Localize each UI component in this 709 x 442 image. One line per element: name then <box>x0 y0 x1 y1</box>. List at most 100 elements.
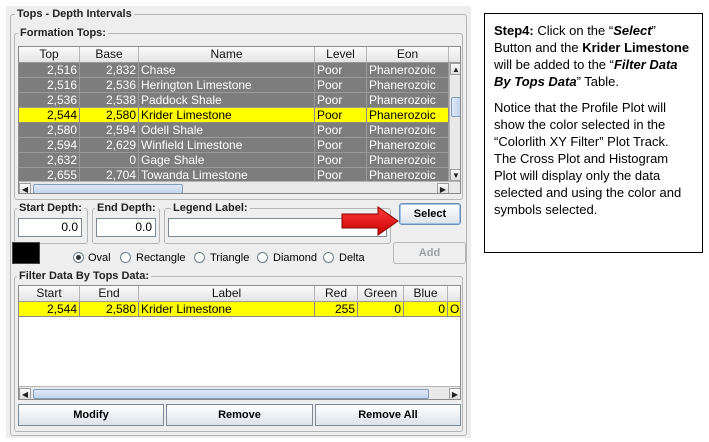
column-header-blue[interactable]: Blue <box>404 286 448 302</box>
table-row[interactable]: 2,544 2,580 Krider Limestone Poor Phanerozoi… <box>19 108 449 123</box>
column-header-level[interactable]: Level <box>315 47 367 63</box>
table-cell: Poor <box>315 138 367 153</box>
table-row[interactable]: 2,544 2,580 Krider Limestone 255 0 0 O <box>19 302 460 317</box>
column-header-top[interactable]: Top <box>19 47 80 63</box>
table-cell: Phanerozoic <box>367 123 449 138</box>
red-arrow-icon <box>341 206 399 236</box>
table-cell: Winfield Limestone <box>139 138 315 153</box>
table-cell: Phanerozoic <box>367 93 449 108</box>
table-cell: Phanerozoic <box>367 63 449 78</box>
table-cell: Herington Limestone <box>139 78 315 93</box>
table-cell: Poor <box>315 123 367 138</box>
symbol-radio-group: Oval Rectangle Triangle Diamond Delta <box>66 251 396 265</box>
column-header-green[interactable]: Green <box>358 286 404 302</box>
table-cell: 2,594 <box>19 138 80 153</box>
radio-diamond[interactable] <box>257 252 268 263</box>
table-cell: Poor <box>315 63 367 78</box>
note-paragraph-1: Step4: Click on the “Select” Button and … <box>494 22 693 90</box>
table-cell: 2,544 <box>19 302 80 317</box>
table-row[interactable]: 2,580 2,594 Odell Shale Poor Phanerozoic <box>19 123 449 138</box>
formation-horizontal-scrollbar[interactable]: ◀ ▶ <box>19 181 460 193</box>
radio-delta[interactable] <box>323 252 334 263</box>
scroll-down-arrow-icon[interactable]: ▼ <box>450 169 460 181</box>
filter-horizontal-scrollbar[interactable]: ◀ ▶ <box>19 386 460 399</box>
remove-button[interactable]: Remove <box>166 404 313 426</box>
table-row[interactable]: 2,536 2,538 Paddock Shale Poor Phanerozoic <box>19 93 449 108</box>
radio-oval-label: Oval <box>88 252 111 264</box>
radio-triangle-label: Triangle <box>210 252 250 264</box>
table-row[interactable]: 2,594 2,629 Winfield Limestone Poor Phaneroz… <box>19 138 449 153</box>
select-button[interactable]: Select <box>399 203 461 225</box>
table-cell: 0 <box>404 302 448 317</box>
filter-data-table[interactable]: Start End Label Red Green Blue 2,544 2,58… <box>18 285 461 400</box>
table-cell: Phanerozoic <box>367 78 449 93</box>
scroll-up-arrow-icon[interactable]: ▲ <box>450 63 460 75</box>
table-cell: 2,516 <box>19 63 80 78</box>
column-header-more[interactable] <box>448 286 460 302</box>
formation-tops-table[interactable]: Top Base Name Level Eon 2,516 2,832 Chase P… <box>18 46 461 194</box>
table-cell: 2,580 <box>80 302 139 317</box>
table-cell: 2,516 <box>19 78 80 93</box>
table-cell: Chase <box>139 63 315 78</box>
color-swatch[interactable] <box>12 242 40 264</box>
column-header-start[interactable]: Start <box>19 286 80 302</box>
scroll-left-arrow-icon[interactable]: ◀ <box>19 183 31 193</box>
add-button[interactable]: Add <box>393 242 466 264</box>
radio-triangle[interactable] <box>194 252 205 263</box>
table-row[interactable]: 2,632 0 Gage Shale Poor Phanerozoic <box>19 153 449 168</box>
note-text: ” Table. <box>576 74 619 89</box>
horizontal-scroll-thumb[interactable] <box>33 184 183 193</box>
table-cell: Krider Limestone <box>139 108 315 123</box>
end-depth-label: End Depth: <box>95 202 158 214</box>
table-cell: 2,629 <box>80 138 139 153</box>
table-cell: Phanerozoic <box>367 138 449 153</box>
column-header-label[interactable]: Label <box>139 286 315 302</box>
legend-label-title: Legend Label: <box>171 202 250 214</box>
modify-button[interactable]: Modify <box>18 404 164 426</box>
table-cell: 2,536 <box>19 93 80 108</box>
column-header-eon[interactable]: Eon <box>367 47 449 63</box>
note-krider-word: Krider Limestone <box>582 40 690 55</box>
table-row[interactable]: 2,516 2,536 Herington Limestone Poor Phanero… <box>19 78 449 93</box>
table-cell: 2,580 <box>19 123 80 138</box>
column-header-name[interactable]: Name <box>139 47 315 63</box>
radio-delta-label: Delta <box>339 252 365 264</box>
table-cell: 255 <box>315 302 358 317</box>
table-cell: Krider Limestone <box>139 302 315 317</box>
radio-oval[interactable] <box>73 252 84 263</box>
radio-rectangle[interactable] <box>120 252 131 263</box>
table-row[interactable]: 2,516 2,832 Chase Poor Phanerozoic <box>19 63 449 78</box>
scroll-right-arrow-icon[interactable]: ▶ <box>437 183 449 193</box>
table-cell: 2,632 <box>19 153 80 168</box>
table-cell: 2,538 <box>80 93 139 108</box>
radio-rectangle-label: Rectangle <box>136 252 186 264</box>
note-text: Click on the “ <box>533 23 614 38</box>
table-cell: Poor <box>315 78 367 93</box>
start-depth-input[interactable]: 0.0 <box>18 218 82 237</box>
filter-data-title: Filter Data By Tops Data: <box>17 270 151 282</box>
panel-title: Tops - Depth Intervals <box>15 8 134 20</box>
filter-horizontal-scroll-thumb[interactable] <box>33 389 429 399</box>
table-cell: Odell Shale <box>139 123 315 138</box>
remove-all-button[interactable]: Remove All <box>315 404 461 426</box>
column-header-base[interactable]: Base <box>80 47 139 63</box>
note-select-word: Select <box>613 23 652 38</box>
end-depth-input[interactable]: 0.0 <box>96 218 156 237</box>
table-cell: Poor <box>315 153 367 168</box>
column-header-red[interactable]: Red <box>315 286 358 302</box>
tops-depth-intervals-panel: Tops - Depth Intervals Formation Tops: T… <box>6 6 471 438</box>
table-cell: Paddock Shale <box>139 93 315 108</box>
vertical-scroll-thumb[interactable] <box>451 97 460 117</box>
note-paragraph-2: Notice that the Profile Plot will show t… <box>494 100 682 217</box>
table-cell: Poor <box>315 108 367 123</box>
table-cell: Phanerozoic <box>367 108 449 123</box>
table-cell: O <box>448 302 460 317</box>
table-cell: 0 <box>80 153 139 168</box>
table-cell: 2,544 <box>19 108 80 123</box>
radio-diamond-label: Diamond <box>273 252 318 264</box>
formation-vertical-scrollbar[interactable]: ▲ ▼ <box>449 63 460 181</box>
column-header-end[interactable]: End <box>80 286 139 302</box>
table-cell: 0 <box>358 302 404 317</box>
filter-scroll-left-arrow-icon[interactable]: ◀ <box>19 388 31 399</box>
filter-scroll-right-arrow-icon[interactable]: ▶ <box>449 388 460 399</box>
